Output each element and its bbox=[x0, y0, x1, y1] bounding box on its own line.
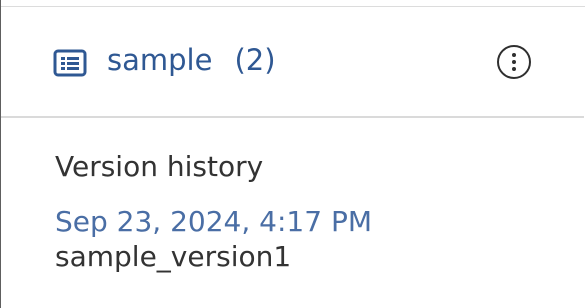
version-history-section: Version history Sep 23, 2024, 4:17 PM sa… bbox=[55, 148, 555, 276]
item-count: (2) bbox=[234, 43, 276, 77]
version-history-heading: Version history bbox=[55, 150, 264, 183]
version-date-link[interactable]: Sep 23, 2024, 4:17 PM bbox=[55, 203, 555, 241]
version-panel: sample (2) Version history Sep 23, 2024,… bbox=[0, 0, 585, 308]
version-name: sample_version1 bbox=[55, 240, 292, 273]
list-icon bbox=[53, 49, 87, 77]
more-options-button[interactable] bbox=[496, 44, 532, 80]
page-title: sample (2) bbox=[107, 40, 276, 80]
version-entry: Sep 23, 2024, 4:17 PM sample_version1 bbox=[55, 203, 555, 276]
title-text: sample bbox=[107, 43, 213, 77]
more-vertical-icon bbox=[496, 44, 532, 80]
panel-header: sample (2) bbox=[1, 7, 584, 118]
